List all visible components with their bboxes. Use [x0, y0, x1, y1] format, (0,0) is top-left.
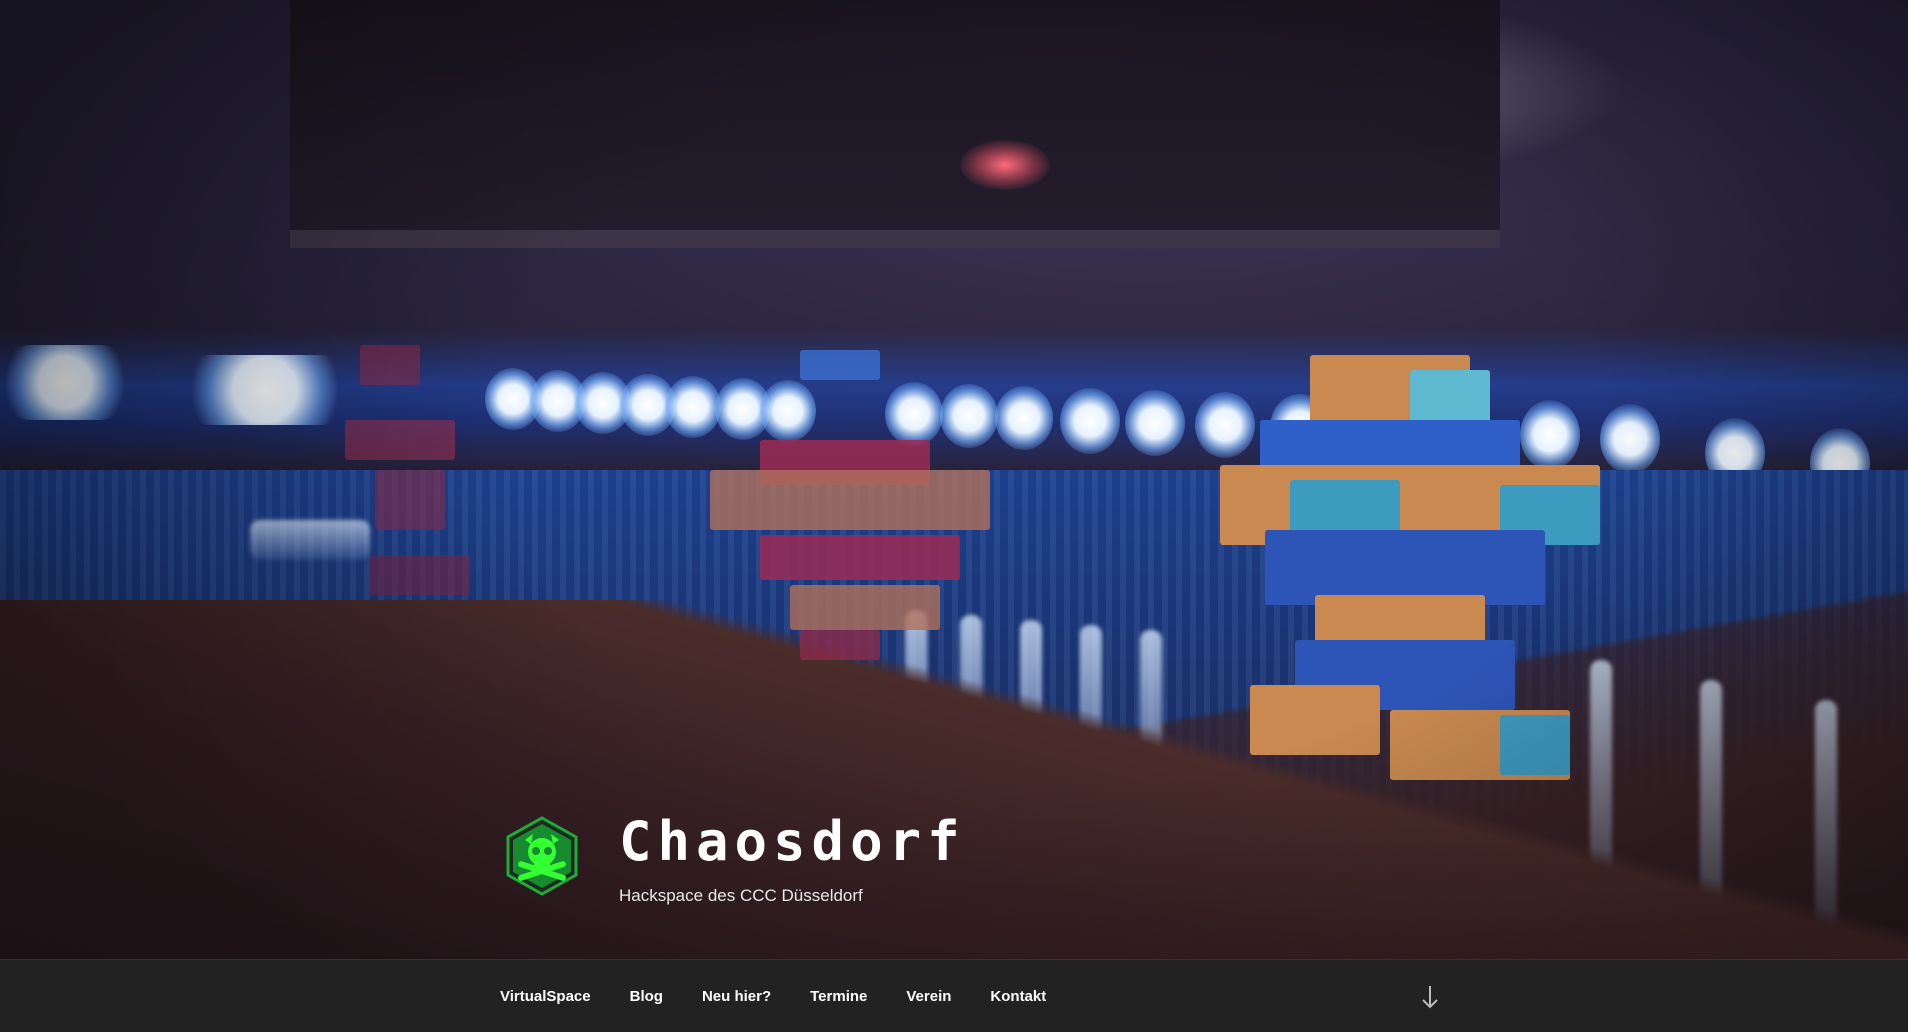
chaosdorf-skull-hexagon-icon: [506, 816, 578, 896]
menu-item: Neu hier?: [702, 988, 771, 1006]
site-logo-link[interactable]: [505, 816, 579, 896]
menu-item: VirtualSpace: [500, 988, 591, 1006]
navigation-bar: VirtualSpace Blog Neu hier? Termine Vere…: [0, 959, 1908, 1032]
menu-link-blog[interactable]: Blog: [630, 988, 663, 1005]
header-image: Chaosdorf Hackspace des CCC Düsseldorf: [0, 0, 1908, 959]
menu-item: Blog: [630, 988, 663, 1006]
arrow-down-icon: [1422, 986, 1438, 1009]
site-title: Chaosdorf: [619, 810, 966, 873]
menu-link-virtualspace[interactable]: VirtualSpace: [500, 988, 591, 1005]
menu-link-termine[interactable]: Termine: [810, 988, 867, 1005]
menu-item: Termine: [810, 988, 867, 1006]
site-title-link[interactable]: Chaosdorf: [619, 812, 966, 872]
scroll-down-button[interactable]: [1420, 983, 1440, 1011]
site-description: Hackspace des CCC Düsseldorf: [619, 886, 863, 905]
main-menu: VirtualSpace Blog Neu hier? Termine Vere…: [500, 960, 1085, 1032]
menu-link-verein[interactable]: Verein: [906, 988, 951, 1005]
menu-item: Verein: [906, 988, 951, 1006]
site-title-block: Chaosdorf Hackspace des CCC Düsseldorf: [619, 812, 966, 906]
site-branding: Chaosdorf Hackspace des CCC Düsseldorf: [505, 812, 966, 906]
menu-link-neu-hier[interactable]: Neu hier?: [702, 988, 771, 1005]
page: Chaosdorf Hackspace des CCC Düsseldorf V…: [0, 0, 1908, 1032]
menu-link-kontakt[interactable]: Kontakt: [990, 988, 1046, 1005]
menu-item: Kontakt: [990, 988, 1046, 1006]
